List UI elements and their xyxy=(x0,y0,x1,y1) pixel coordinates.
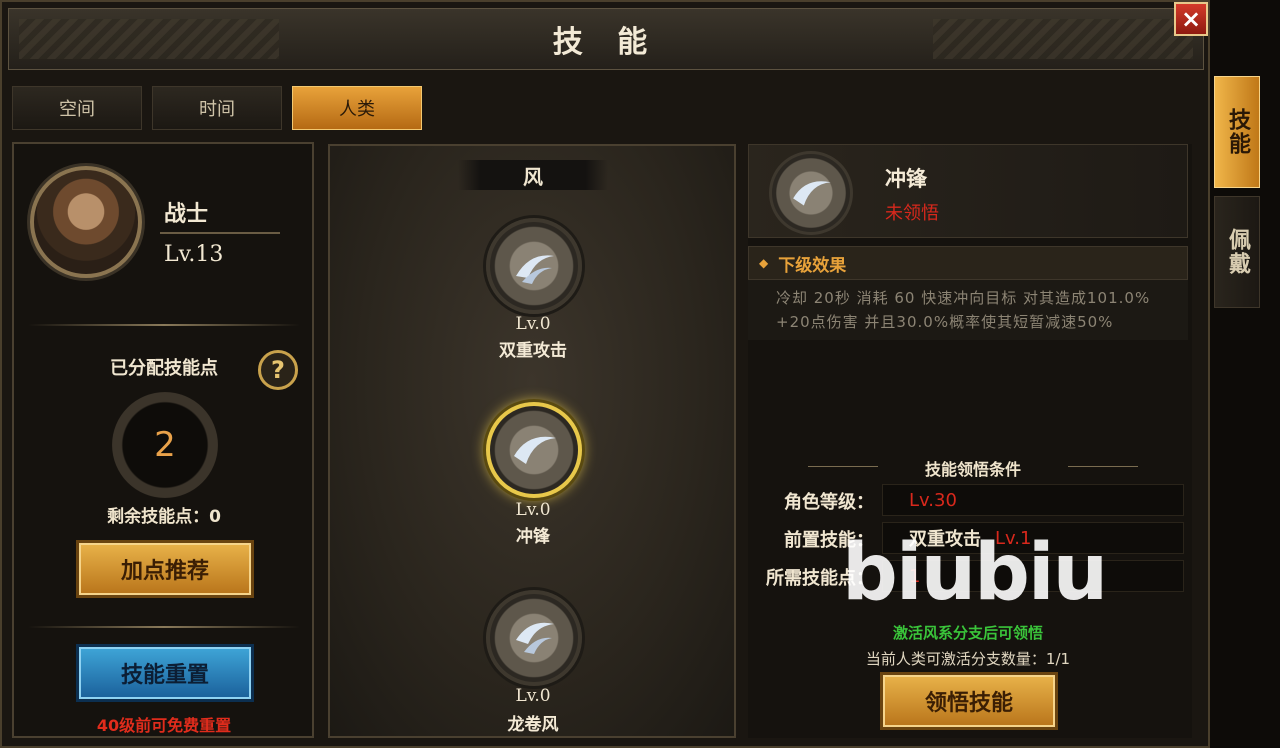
skill-name: 冲锋 xyxy=(516,527,550,547)
recommend-button[interactable]: 加点推荐 xyxy=(76,540,254,598)
watermark-logo: biubiu xyxy=(842,528,1108,618)
conditions-title: 技能领悟条件 xyxy=(808,456,1138,480)
charge-icon xyxy=(769,151,853,235)
skill-node-charge[interactable] xyxy=(486,402,582,498)
window-title: 技 能 xyxy=(552,25,660,60)
skill-detail-name: 冲锋 xyxy=(885,167,927,191)
title-bar: 技 能 xyxy=(8,8,1204,70)
skill-node-tornado[interactable] xyxy=(486,590,582,686)
reset-skills-button[interactable]: 技能重置 xyxy=(76,644,254,702)
section-divider xyxy=(28,324,300,326)
title-ornament-left xyxy=(19,19,279,59)
close-button[interactable]: × xyxy=(1174,2,1208,36)
skill-level: Lv.0 xyxy=(515,314,551,334)
branch-count-hint: 当前人类可激活分支数量：1/1 xyxy=(865,650,1071,668)
tab-time[interactable]: 时间 xyxy=(152,86,282,130)
skills-window: 技 能 空间 时间 人类 战士 Lv.13 已分配技能点 ? 2 剩余技能点：0… xyxy=(0,0,1210,748)
skill-name: 双重攻击 xyxy=(499,341,567,361)
skill-tree-panel: 风 Lv.0 双重攻击 Lv.0 冲锋 Lv.0 龙卷风 xyxy=(328,144,736,738)
branch-title: 风 xyxy=(458,160,608,190)
character-level: Lv.13 xyxy=(164,242,224,267)
condition-value-box: Lv.30 xyxy=(882,484,1184,516)
learn-skill-button[interactable]: 领悟技能 xyxy=(880,672,1058,730)
skill-level: Lv.0 xyxy=(515,686,551,706)
condition-label: 角色等级： xyxy=(784,492,874,513)
next-level-label: 下级效果 xyxy=(778,255,847,276)
side-tabs: 技能 佩戴 xyxy=(1214,76,1260,316)
allocated-points-value: 2 xyxy=(112,392,218,498)
name-divider xyxy=(160,232,280,234)
activation-hint: 激活风系分支后可领悟 xyxy=(892,624,1043,642)
character-portrait xyxy=(30,166,142,278)
side-tab-equip[interactable]: 佩戴 xyxy=(1214,196,1260,308)
skill-node-double-attack[interactable] xyxy=(486,218,582,314)
title-ornament-right xyxy=(933,19,1193,59)
side-tab-skills[interactable]: 技能 xyxy=(1214,76,1260,188)
skill-description[interactable]: 冷却 20秒 消耗 60 快速冲向目标 对其造成101.0%+20点伤害 并且3… xyxy=(748,280,1188,340)
free-reset-note: 40级前可免费重置 xyxy=(96,716,232,735)
help-icon[interactable]: ? xyxy=(258,350,298,390)
charge-icon xyxy=(514,436,556,464)
section-divider xyxy=(28,626,300,628)
condition-value: Lv.30 xyxy=(909,489,957,511)
skill-status: 未领悟 xyxy=(885,203,939,224)
character-panel: 战士 Lv.13 已分配技能点 ? 2 剩余技能点：0 加点推荐 技能重置 40… xyxy=(12,142,314,738)
remaining-points: 剩余技能点：0 xyxy=(107,507,221,527)
category-tabs: 空间 时间 人类 xyxy=(12,86,422,130)
tab-space[interactable]: 空间 xyxy=(12,86,142,130)
skill-name: 龙卷风 xyxy=(507,715,559,735)
diamond-icon: ◆ xyxy=(759,256,769,270)
skill-detail-panel: 冲锋 未领悟 ◆ 下级效果 冷却 20秒 消耗 60 快速冲向目标 对其造成10… xyxy=(748,144,1192,738)
next-level-effect-header: ◆ 下级效果 xyxy=(748,246,1188,280)
skill-detail-header: 冲锋 未领悟 xyxy=(748,144,1188,238)
tornado-icon xyxy=(516,622,554,654)
tab-human[interactable]: 人类 xyxy=(292,86,422,130)
skill-level: Lv.0 xyxy=(515,500,551,520)
character-name: 战士 xyxy=(164,201,209,227)
wind-icon xyxy=(516,255,554,284)
